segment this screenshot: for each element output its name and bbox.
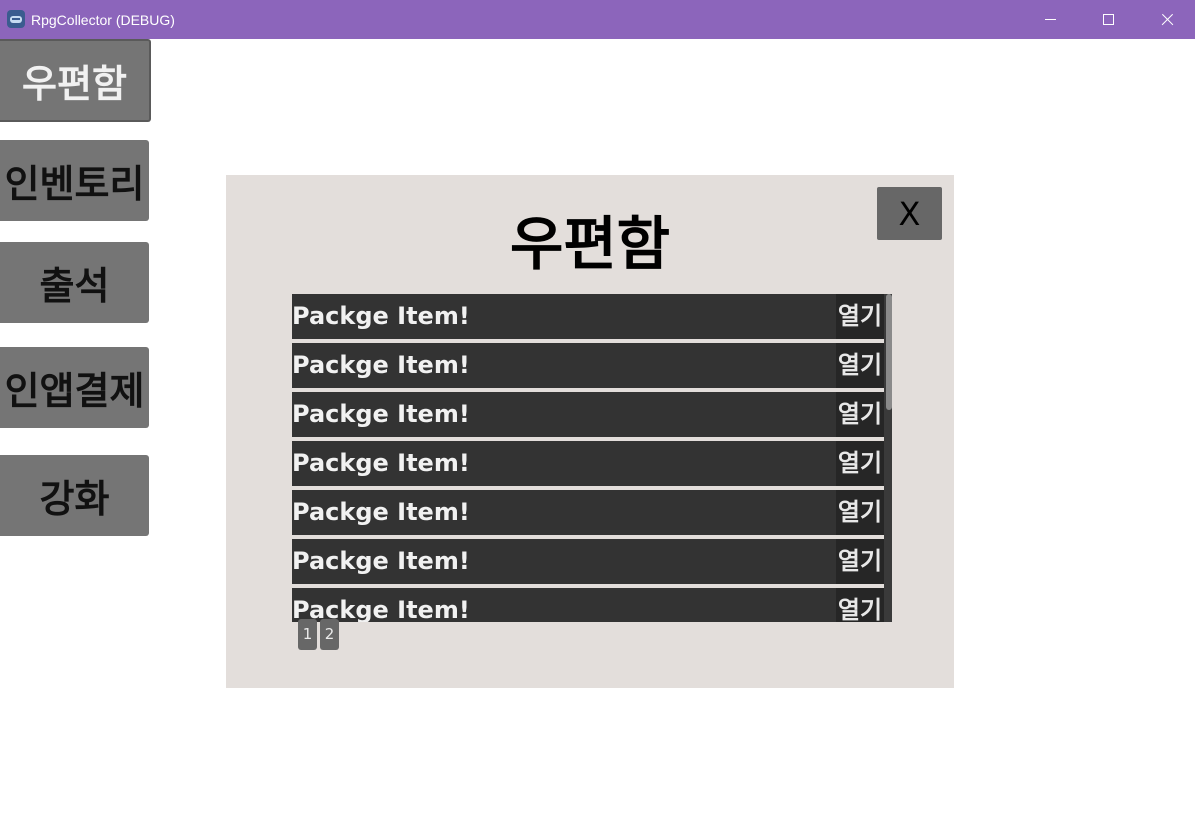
mail-item: Packge Item! 열기 <box>292 490 892 535</box>
menu-button-enhance[interactable]: 강화 <box>0 455 149 536</box>
open-mail-button[interactable]: 열기 <box>836 392 884 437</box>
mail-item-title: Packge Item! <box>292 498 470 526</box>
menu-button-inventory[interactable]: 인벤토리 <box>0 140 149 221</box>
mail-list[interactable]: Packge Item! 열기 Packge Item! 열기 Packge I… <box>292 294 892 622</box>
menu-button-in-app-purchase[interactable]: 인앱결제 <box>0 347 149 428</box>
title-bar: RpgCollector (DEBUG) <box>0 0 1195 39</box>
mail-item: Packge Item! 열기 <box>292 294 892 339</box>
mail-item: Packge Item! 열기 <box>292 343 892 388</box>
mail-item: Packge Item! 열기 <box>292 588 892 622</box>
mail-item: Packge Item! 열기 <box>292 392 892 437</box>
scrollbar-thumb[interactable] <box>886 294 892 410</box>
window-title: RpgCollector (DEBUG) <box>31 12 175 28</box>
close-window-icon[interactable] <box>1137 0 1195 39</box>
mail-item-title: Packge Item! <box>292 596 470 622</box>
mail-item-title: Packge Item! <box>292 351 470 379</box>
maximize-icon[interactable] <box>1079 0 1137 39</box>
mail-item: Packge Item! 열기 <box>292 441 892 486</box>
minimize-icon[interactable] <box>1021 0 1079 39</box>
page-button-2[interactable]: 2 <box>320 619 339 650</box>
godot-app-icon <box>7 10 25 28</box>
mailbox-panel: 우편함 X Packge Item! 열기 Packge Item! 열기 Pa… <box>226 175 954 688</box>
open-mail-button[interactable]: 열기 <box>836 343 884 388</box>
mail-item-title: Packge Item! <box>292 302 470 330</box>
open-mail-button[interactable]: 열기 <box>836 539 884 584</box>
open-mail-button[interactable]: 열기 <box>836 490 884 535</box>
open-mail-button[interactable]: 열기 <box>836 588 884 622</box>
mail-item-title: Packge Item! <box>292 547 470 575</box>
mail-item-title: Packge Item! <box>292 449 470 477</box>
open-mail-button[interactable]: 열기 <box>836 441 884 486</box>
menu-button-mailbox[interactable]: 우편함 <box>0 39 151 122</box>
menu-button-attendance[interactable]: 출석 <box>0 242 149 323</box>
mail-item: Packge Item! 열기 <box>292 539 892 584</box>
page-button-1[interactable]: 1 <box>298 619 317 650</box>
mail-item-title: Packge Item! <box>292 400 470 428</box>
close-mailbox-button[interactable]: X <box>877 187 942 240</box>
open-mail-button[interactable]: 열기 <box>836 294 884 339</box>
mailbox-title: 우편함 <box>509 210 671 278</box>
